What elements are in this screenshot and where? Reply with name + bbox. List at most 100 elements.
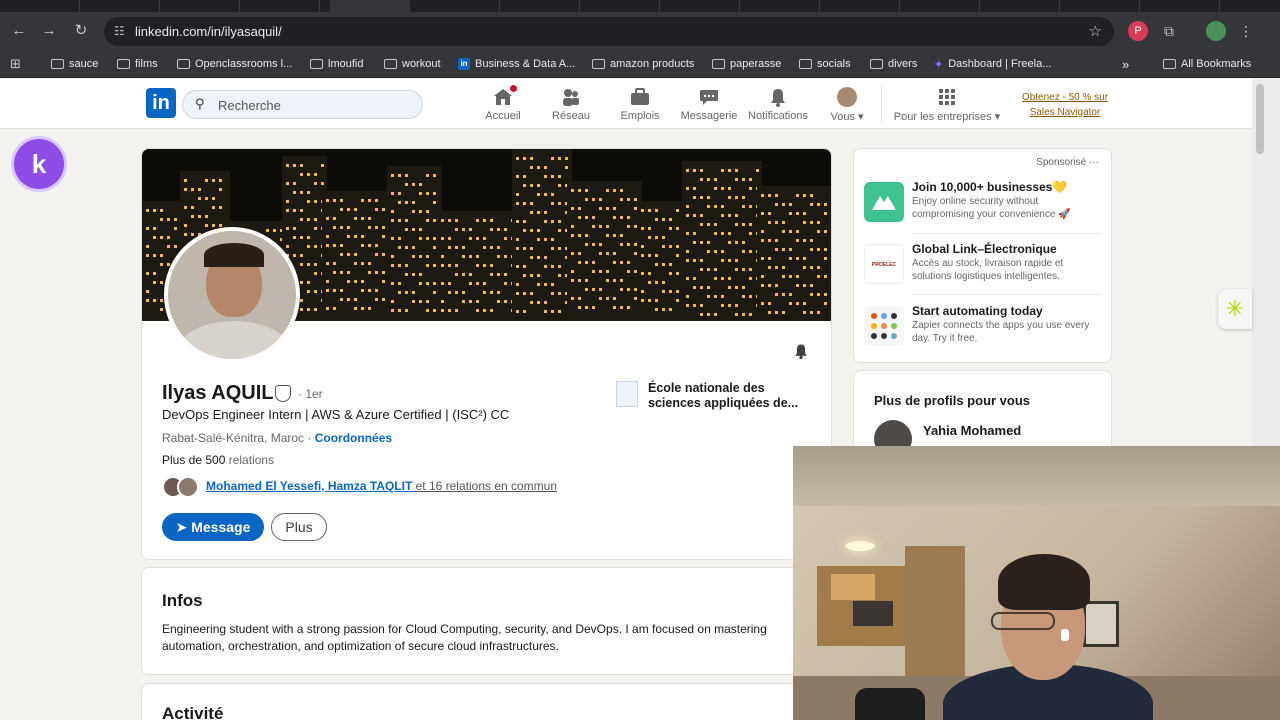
cover-window-light <box>354 253 357 256</box>
mutual-connections-link[interactable]: Mohamed El Yessefi, Hamza TAQLIT et 16 r… <box>206 479 557 493</box>
verified-shield-icon[interactable] <box>275 385 291 402</box>
bookmark-item[interactable]: ✦ Dashboard | Freela... <box>934 56 1051 72</box>
menu-kebab-icon[interactable]: ⋮ <box>1236 21 1256 41</box>
mutual-suffix: et 16 relations en commun <box>412 479 558 493</box>
linkedin-logo-icon[interactable]: in <box>146 88 176 118</box>
bookmark-item[interactable]: divers <box>870 56 917 72</box>
browser-tab[interactable] <box>500 0 580 12</box>
follow-bell-icon[interactable] <box>792 342 810 365</box>
scrollbar-thumb[interactable] <box>1256 84 1264 154</box>
browser-tab[interactable] <box>900 0 980 12</box>
sponsored-label[interactable]: Sponsorisé ··· <box>1036 157 1099 168</box>
bookmark-item[interactable]: socials <box>799 56 851 72</box>
bookmark-item[interactable]: workout <box>384 56 441 72</box>
cover-window-light <box>796 230 799 233</box>
cover-window-light <box>655 209 658 212</box>
contact-info-link[interactable]: Coordonnées <box>315 431 392 445</box>
suggested-profile-name[interactable]: Yahia Mohamed <box>923 423 1021 438</box>
browser-tab[interactable] <box>0 0 80 12</box>
nav-me[interactable]: Vous ▾ <box>826 87 868 123</box>
cover-window-light <box>419 228 422 231</box>
browser-tab[interactable] <box>1060 0 1140 12</box>
url-text[interactable]: linkedin.com/in/ilyasaquil/ <box>135 24 282 39</box>
site-info-icon[interactable]: ☷ <box>114 24 128 38</box>
bookmark-item[interactable]: paperasse <box>712 56 781 72</box>
browser-tab[interactable] <box>980 0 1060 12</box>
cover-window-light <box>314 182 317 185</box>
extension-icon[interactable]: P <box>1128 21 1148 41</box>
about-text: Engineering student with a strong passio… <box>162 622 767 653</box>
nav-notifications[interactable]: Notifications <box>746 87 810 122</box>
cover-window-light <box>476 300 479 303</box>
browser-tab[interactable] <box>820 0 900 12</box>
browser-tab-active[interactable] <box>330 0 410 12</box>
nav-jobs[interactable]: Emplois <box>617 87 663 122</box>
browser-tab[interactable] <box>740 0 820 12</box>
forward-icon[interactable]: → <box>38 20 60 42</box>
profile-photo[interactable] <box>164 227 300 363</box>
extension-side-tab-icon[interactable]: ✳ <box>1218 289 1252 329</box>
cover-window-light <box>382 235 385 238</box>
cover-window-light <box>648 227 651 230</box>
bookmark-label: Business & Data A... <box>475 58 576 70</box>
cover-window-light <box>761 275 764 278</box>
bookmark-item[interactable]: lmoufid <box>310 56 363 72</box>
more-button[interactable]: Plus <box>271 513 327 541</box>
cover-window-light <box>300 191 303 194</box>
address-bar[interactable]: ☷ linkedin.com/in/ilyasaquil/ ☆ <box>104 17 1114 46</box>
connections-count[interactable]: Plus de 500 relations <box>162 453 274 467</box>
cover-window-light <box>571 225 574 228</box>
browser-tab[interactable] <box>240 0 320 12</box>
cover-window-light <box>761 257 764 260</box>
reload-icon[interactable]: ↻ <box>70 20 92 42</box>
nav-messaging[interactable]: Messagerie <box>680 87 738 122</box>
cover-window-light <box>448 264 451 267</box>
cover-window-light <box>761 284 764 287</box>
cover-window-light <box>391 255 394 258</box>
cover-window-light <box>693 277 696 280</box>
browser-tab[interactable] <box>420 0 500 12</box>
bookmark-item[interactable]: in Business & Data A... <box>458 56 575 72</box>
cover-window-light <box>347 298 350 301</box>
cover-window-light <box>735 214 738 217</box>
message-button[interactable]: ➤ Message <box>162 513 264 541</box>
browser-tab[interactable] <box>160 0 240 12</box>
bookmark-item[interactable]: Openclassrooms l... <box>177 56 292 72</box>
more-bookmarks-chevron-icon[interactable]: » <box>1122 56 1129 72</box>
apps-grid-icon[interactable]: ⊞ <box>10 56 21 72</box>
bookmark-item[interactable]: sauce <box>51 56 98 72</box>
bookmark-item[interactable]: films <box>117 56 158 72</box>
puzzle-extensions-icon[interactable]: ⧉ <box>1159 21 1179 41</box>
browser-tab[interactable] <box>80 0 160 12</box>
profile-avatar[interactable] <box>1206 21 1226 41</box>
cover-window-light <box>391 300 394 303</box>
cover-window-light <box>613 216 616 219</box>
bookmark-star-icon[interactable]: ☆ <box>1089 22 1102 40</box>
browser-tab[interactable] <box>1140 0 1220 12</box>
bookmark-item[interactable]: amazon products <box>592 56 694 72</box>
cover-window-light <box>167 236 170 239</box>
cover-window-light <box>307 263 310 266</box>
cover-window-light <box>405 174 408 177</box>
cover-window-light <box>326 199 329 202</box>
all-bookmarks[interactable]: All Bookmarks <box>1163 56 1251 72</box>
cover-window-light <box>516 292 519 295</box>
cover-window-light <box>700 169 703 172</box>
cover-window-light <box>146 209 149 212</box>
search-input[interactable]: ⚲ Recherche <box>182 90 423 119</box>
cover-window-light <box>775 266 778 269</box>
cover-window-light <box>375 289 378 292</box>
connection-degree: · 1er <box>298 387 323 401</box>
bookmark-label: films <box>135 58 158 70</box>
cover-window-light <box>728 304 731 307</box>
sales-navigator-promo-link[interactable]: Obtenez - 50 % sur Sales Navigator <box>1010 90 1120 120</box>
nav-home[interactable]: Accueil <box>480 84 526 122</box>
cover-window-light <box>824 230 827 233</box>
nav-for-business[interactable]: Pour les entreprises ▾ <box>890 87 1004 123</box>
nav-network[interactable]: Réseau <box>548 87 594 122</box>
browser-tab[interactable] <box>580 0 660 12</box>
folder-icon <box>1163 59 1176 69</box>
browser-tab[interactable] <box>660 0 740 12</box>
back-icon[interactable]: ← <box>8 20 30 42</box>
k-extension-badge-icon[interactable]: k <box>14 139 64 189</box>
